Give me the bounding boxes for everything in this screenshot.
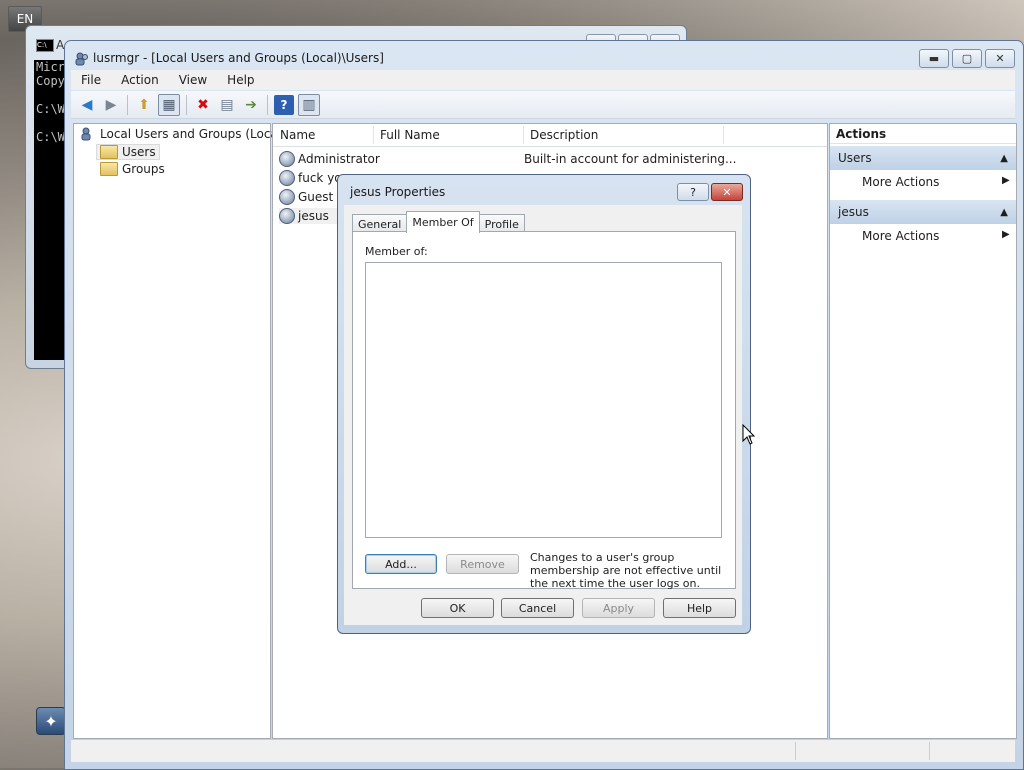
ok-button[interactable]: OK <box>421 598 494 618</box>
dialog-body: General Member Of Profile Member of: Add… <box>344 205 742 625</box>
console-tree[interactable]: Local Users and Groups (Local) Users Gro… <box>73 123 286 739</box>
tree-item-groups[interactable]: Groups <box>100 162 165 176</box>
start-orb-icon[interactable]: ✦ <box>36 707 66 735</box>
member-of-page: Member of: Add... Remove Changes to a us… <box>352 231 736 590</box>
column-divider[interactable] <box>373 126 374 144</box>
remove-button[interactable]: Remove <box>446 554 519 574</box>
menu-bar: File Action View Help <box>71 70 1015 90</box>
menu-file[interactable]: File <box>71 73 111 87</box>
submenu-arrow-icon: ▶ <box>1002 175 1010 186</box>
user-name: jesus <box>298 209 329 223</box>
more-actions-users[interactable]: More Actions ▶ <box>862 175 1010 189</box>
table-row[interactable]: Guest <box>279 189 333 205</box>
actions-header: Actions <box>830 124 1016 144</box>
status-divider <box>795 742 796 760</box>
help-button[interactable]: Help <box>663 598 736 618</box>
dialog-help-button[interactable]: ? <box>677 183 709 201</box>
tree-item-users[interactable]: Users <box>96 144 160 160</box>
help-icon[interactable]: ? <box>274 94 294 115</box>
more-actions-label: More Actions <box>862 175 940 189</box>
user-icon <box>279 208 295 224</box>
collapse-up-icon[interactable]: ▲ <box>1000 153 1008 164</box>
window-title: lusrmgr - [Local Users and Groups (Local… <box>93 51 384 65</box>
table-row[interactable]: Administrator Built-in account for admin… <box>279 151 736 167</box>
maximize-button[interactable]: ▢ <box>952 49 982 68</box>
member-of-label: Member of: <box>365 245 428 258</box>
actions-section-title: jesus <box>838 205 869 219</box>
toolbar-separator <box>127 94 128 115</box>
toolbar-separator <box>186 94 187 115</box>
mouse-cursor-icon <box>742 424 756 445</box>
show-hide-tree-icon[interactable]: ▦ <box>158 93 180 116</box>
toolbar-separator <box>267 94 268 115</box>
menu-help[interactable]: Help <box>217 73 264 87</box>
actions-section-title: Users <box>838 151 872 165</box>
dialog-tabs: General Member Of Profile <box>352 211 525 233</box>
users-groups-icon <box>75 52 88 66</box>
close-button[interactable]: ✕ <box>985 49 1015 68</box>
minimize-button[interactable]: ▬ <box>919 49 949 68</box>
forward-arrow-icon[interactable]: ▶ <box>101 95 121 115</box>
tree-root[interactable]: Local Users and Groups (Local) <box>80 126 286 142</box>
user-name: Guest <box>298 190 334 204</box>
back-arrow-icon[interactable]: ◀ <box>77 95 97 115</box>
column-divider[interactable] <box>723 126 724 144</box>
tree-item-label: Groups <box>122 162 165 176</box>
tree-root-label: Local Users and Groups (Local) <box>100 127 286 141</box>
delete-icon[interactable]: ✖ <box>193 95 213 115</box>
more-actions-label: More Actions <box>862 229 940 243</box>
status-bar <box>71 739 1015 762</box>
cancel-button[interactable]: Cancel <box>501 598 574 618</box>
dialog-close-button[interactable]: ✕ <box>711 183 743 201</box>
console-title: A <box>56 38 65 52</box>
user-icon <box>279 170 295 186</box>
properties-icon[interactable]: ▤ <box>217 95 237 115</box>
tab-member-of[interactable]: Member Of <box>406 211 480 233</box>
column-divider[interactable] <box>523 126 524 144</box>
tree-item-label: Users <box>122 145 156 159</box>
column-header-name[interactable]: Name <box>280 128 315 142</box>
menu-view[interactable]: View <box>169 73 217 87</box>
folder-icon <box>100 162 118 176</box>
menu-action[interactable]: Action <box>111 73 169 87</box>
actions-section-jesus[interactable]: jesus ▲ <box>830 200 1016 224</box>
actions-section-users[interactable]: Users ▲ <box>830 146 1016 170</box>
folder-icon <box>100 145 118 159</box>
column-header-row: Name Full Name Description <box>273 124 827 147</box>
window-controls: ▬ ▢ ✕ <box>919 49 1015 68</box>
user-name: Administrator <box>298 152 380 166</box>
membership-note: Changes to a user's group membership are… <box>530 551 722 590</box>
properties-dialog: jesus Properties ? ✕ General Member Of P… <box>337 174 751 634</box>
users-groups-icon <box>81 127 91 141</box>
user-description: Built-in account for administering... <box>524 152 737 166</box>
console-icon: C:\ <box>36 39 54 52</box>
add-button[interactable]: Add... <box>365 554 437 574</box>
apply-button[interactable]: Apply <box>582 598 655 618</box>
dialog-controls: ? ✕ <box>677 183 743 201</box>
export-list-icon[interactable]: ➔ <box>241 95 261 115</box>
submenu-arrow-icon: ▶ <box>1002 229 1010 240</box>
dialog-title: jesus Properties <box>350 185 446 199</box>
show-hide-action-pane-icon[interactable]: ▥ <box>298 93 320 116</box>
member-of-list[interactable] <box>365 262 722 538</box>
collapse-up-icon[interactable]: ▲ <box>1000 207 1008 218</box>
column-header-full-name[interactable]: Full Name <box>380 128 440 142</box>
column-header-description[interactable]: Description <box>530 128 598 142</box>
toolbar: ◀ ▶ ⬆ ▦ ✖ ▤ ➔ ? ▥ <box>71 91 1015 119</box>
user-icon <box>279 151 295 167</box>
status-divider <box>929 742 930 760</box>
more-actions-jesus[interactable]: More Actions ▶ <box>862 229 1010 243</box>
up-folder-icon[interactable]: ⬆ <box>134 95 154 115</box>
actions-pane: Actions Users ▲ More Actions ▶ jesus ▲ M… <box>829 123 1017 739</box>
user-icon <box>279 189 295 205</box>
